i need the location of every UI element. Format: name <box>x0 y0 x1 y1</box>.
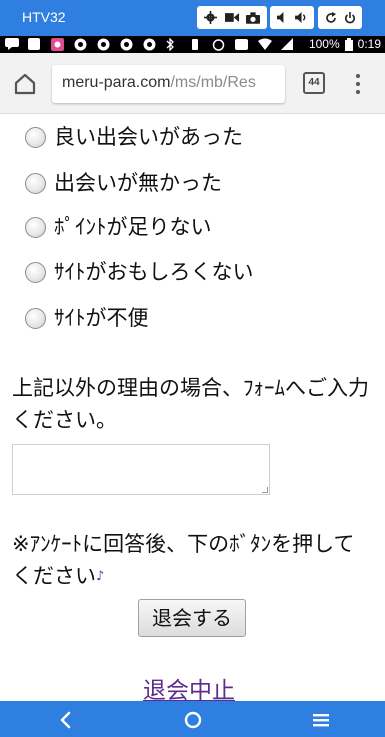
chrome-icon <box>74 38 90 51</box>
radio-button[interactable] <box>25 126 46 148</box>
rotate-icon[interactable] <box>322 9 340 27</box>
power-icon[interactable] <box>341 9 359 27</box>
video-camera-icon[interactable] <box>223 9 241 27</box>
notification-icons <box>5 37 297 52</box>
page-content: 良い出会いがあった 出会いが無かった ﾎﾟｲﾝﾄが足りない ｻｲﾄがおもしろくな… <box>0 114 385 701</box>
alarm-icon <box>212 38 228 51</box>
android-status-bar: 100% 0:19 <box>0 36 385 53</box>
back-icon[interactable] <box>55 709 77 731</box>
battery-percent: 100% <box>308 37 340 51</box>
tab-switcher-button[interactable]: 44 <box>303 72 325 94</box>
chrome-icon <box>120 38 136 51</box>
radio-label: 出会いが無かった <box>54 171 222 195</box>
emulator-title-bar: HTV32 <box>0 0 385 36</box>
navigation-bar <box>0 701 385 737</box>
radio-button[interactable] <box>25 307 46 329</box>
url-bar[interactable]: meru-para.com/ms/mb/Res <box>52 65 285 103</box>
data-icon <box>235 38 251 51</box>
settings-icon[interactable] <box>202 9 220 27</box>
signal-icon <box>281 38 297 51</box>
notification-icon <box>28 38 44 51</box>
volume-down-icon[interactable] <box>274 9 292 27</box>
camera-icon[interactable] <box>244 9 262 27</box>
url-host: meru-para.com <box>62 74 171 91</box>
radio-option[interactable]: ｻｲﾄが不便 <box>25 305 149 331</box>
chrome-icon <box>97 38 113 51</box>
volume-up-icon[interactable] <box>293 9 311 27</box>
radio-button[interactable] <box>25 216 46 238</box>
chrome-icon <box>143 38 159 51</box>
withdraw-button[interactable]: 退会する <box>138 599 246 637</box>
instruction-note: ※ｱﾝｹｰﾄに回答後、下のﾎﾞﾀﾝを押してください♪ <box>12 528 374 593</box>
emulator-tools-group <box>197 6 267 29</box>
status-right-group: 100% 0:19 <box>309 37 381 51</box>
home-circle-icon[interactable] <box>182 709 204 731</box>
radio-button[interactable] <box>25 172 46 194</box>
emulator-title: HTV32 <box>22 9 66 25</box>
other-reason-prompt: 上記以外の理由の場合、ﾌｫｰﾑへご入力ください。 <box>12 376 369 432</box>
radio-option[interactable]: 良い出会いがあった <box>25 124 243 150</box>
emulator-volume-group <box>270 6 314 29</box>
cancel-withdraw-link[interactable]: 退会中止 <box>143 671 235 701</box>
recents-menu-icon[interactable] <box>310 709 332 731</box>
radio-button[interactable] <box>25 261 46 283</box>
note-emoji-icon: ♪ <box>96 569 105 584</box>
reason-textarea[interactable] <box>12 444 270 495</box>
radio-option[interactable]: ﾎﾟｲﾝﾄが足りない <box>25 214 212 240</box>
chat-icon <box>5 38 21 51</box>
battery-icon <box>344 37 353 51</box>
browser-toolbar: meru-para.com/ms/mb/Res 44 <box>0 53 385 114</box>
radio-label: 良い出会いがあった <box>54 125 243 149</box>
vibrate-icon <box>189 38 205 51</box>
radio-option[interactable]: 出会いが無かった <box>25 170 222 196</box>
radio-label: ﾎﾟｲﾝﾄが足りない <box>54 215 212 239</box>
overflow-menu-icon[interactable] <box>352 71 364 97</box>
wifi-icon <box>258 38 274 51</box>
clock: 0:19 <box>357 37 381 51</box>
resize-handle[interactable] <box>262 487 268 493</box>
app-icon <box>51 38 67 51</box>
url-path: /ms/mb/Res <box>170 74 256 91</box>
bluetooth-icon <box>166 37 182 52</box>
home-icon[interactable] <box>10 69 40 99</box>
instruction-text: ※ｱﾝｹｰﾄに回答後、下のﾎﾞﾀﾝを押してください <box>12 532 355 588</box>
emulator-power-group <box>318 6 362 29</box>
radio-label: ｻｲﾄが不便 <box>54 306 149 330</box>
radio-label: ｻｲﾄがおもしろくない <box>54 260 254 284</box>
radio-option[interactable]: ｻｲﾄがおもしろくない <box>25 259 254 285</box>
